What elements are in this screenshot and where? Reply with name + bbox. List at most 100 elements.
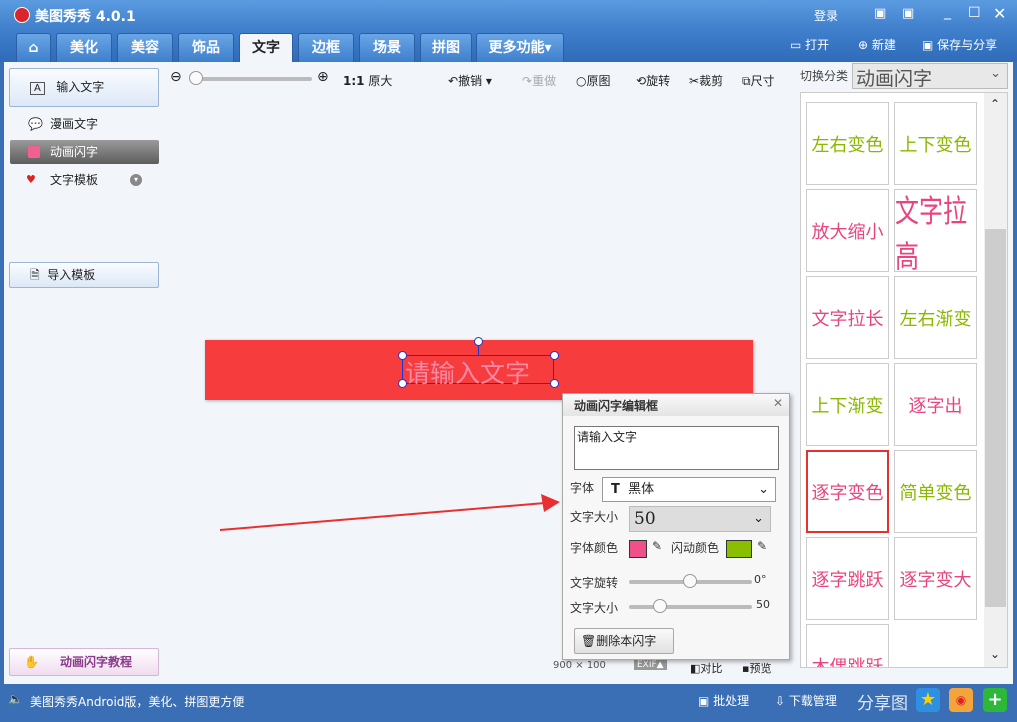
tutorial-button[interactable]: ✋ 动画闪字教程 [9, 648, 159, 676]
zoom-out-icon[interactable]: ⊖ [170, 69, 182, 85]
delete-label: 删除本闪字 [596, 634, 657, 648]
original-label: 原图 [586, 74, 611, 88]
tab-scene[interactable]: 场景 [359, 33, 415, 62]
tab-frame[interactable]: 边框 [298, 33, 354, 62]
tab-home[interactable]: ⌂ [16, 33, 51, 62]
flash-color-swatch[interactable] [726, 540, 752, 558]
open-label: 打开 [805, 38, 830, 52]
effect-label: 上下变色 [899, 134, 972, 156]
save-share-button[interactable]: ▣ 保存与分享 [922, 36, 997, 53]
rotate-slider-knob[interactable] [683, 574, 697, 588]
tab-beautify[interactable]: 美化 [56, 33, 112, 62]
new-button[interactable]: ⊕ 新建 [858, 36, 896, 53]
font-value: 黑体 [628, 482, 655, 497]
text-input[interactable]: 请输入文字 [574, 426, 779, 470]
dialog-close-icon[interactable]: ✕ [773, 396, 783, 410]
scrollbar[interactable]: ⌃ ⌄ [984, 93, 1007, 667]
exif-button[interactable]: EXIF▲ [634, 660, 667, 670]
more-share-icon[interactable]: + [983, 688, 1007, 712]
font-color-swatch[interactable] [629, 540, 647, 558]
tab-beauty[interactable]: 美容 [117, 33, 173, 62]
effect-item[interactable]: 左右变色 [806, 102, 889, 185]
import-template-button[interactable]: 🗎 导入模板 [9, 262, 159, 288]
category-select[interactable]: 动画闪字 ⌄ [852, 63, 1008, 90]
size-slider[interactable] [629, 605, 752, 609]
maximize-button[interactable]: ☐ [968, 5, 981, 21]
actual-size-button[interactable]: 1:1 原大 [343, 72, 392, 89]
close-button[interactable]: ✕ [993, 4, 1006, 23]
chevron-down-icon: ⌄ [753, 511, 764, 526]
effect-item[interactable]: 文字拉长 [806, 276, 889, 359]
sidebar-item-text-template[interactable]: ♥ 文字模板 ▾ [10, 168, 159, 192]
effect-item[interactable]: 逐字变色 [806, 450, 889, 533]
undo-button[interactable]: ↶撤销 ▾ [448, 72, 492, 89]
preview-button[interactable]: ▪预览 [742, 660, 771, 676]
rotate-button[interactable]: ⟲旋转 [636, 72, 670, 89]
rotate-handle[interactable] [474, 337, 483, 346]
effect-item[interactable]: 木偶跳跃 [806, 624, 889, 667]
skin-icon[interactable]: ▣ [902, 6, 914, 21]
flash-icon [28, 146, 40, 158]
feedback-icon[interactable]: ▣ [874, 6, 886, 21]
compare-button[interactable]: ◧对比 [690, 660, 722, 676]
effect-item[interactable]: 逐字跳跃 [806, 537, 889, 620]
batch-button[interactable]: ▣ 批处理 [698, 692, 749, 709]
login-link[interactable]: 登录 [814, 7, 838, 24]
zoom-slider[interactable] [192, 77, 312, 81]
tab-more-label: 更多功能 [488, 40, 545, 56]
title-bar: 美图秀秀 4.0.1 登录 ▣ ▣ _ ☐ ✕ [0, 0, 1017, 30]
sidebar-item-comic-text[interactable]: 💬 漫画文字 [10, 112, 159, 136]
delete-flash-button[interactable]: 🗑删除本闪字 [574, 628, 674, 654]
rotate-label: 旋转 [646, 74, 671, 88]
input-text-button[interactable]: A 输入文字 [9, 68, 159, 107]
input-text-label: 输入文字 [56, 80, 105, 94]
size-select[interactable]: 50 ⌄ [629, 506, 771, 532]
effect-item[interactable]: 上下渐变 [806, 363, 889, 446]
scroll-up-icon[interactable]: ⌃ [990, 97, 1000, 111]
text-a-icon: A [30, 82, 45, 95]
crop-button[interactable]: ✂裁剪 [689, 72, 723, 89]
effect-item[interactable]: 放大缩小 [806, 189, 889, 272]
zoom-in-icon[interactable]: ⊕ [317, 69, 329, 85]
expand-icon[interactable]: ▾ [130, 174, 142, 186]
flash-text-editor-dialog: 动画闪字编辑框 ✕ 请输入文字 字体 T 黑体 ⌄ 文字大小 50 ⌄ 字体颜色 ✎… [562, 393, 790, 660]
scroll-thumb[interactable] [985, 229, 1006, 607]
tab-collage[interactable]: 拼图 [420, 33, 472, 62]
sidebar-item-animated-text[interactable]: 动画闪字 [10, 140, 159, 164]
effect-item[interactable]: 逐字出 [894, 363, 977, 446]
tab-text[interactable]: 文字 [239, 33, 293, 62]
import-icon: 🗎 [30, 268, 40, 282]
redo-button[interactable]: ↷重做 [522, 72, 556, 89]
resize-button[interactable]: ⧉尺寸 [742, 72, 775, 89]
effect-item[interactable]: 左右渐变 [894, 276, 977, 359]
tab-accessories[interactable]: 饰品 [178, 33, 234, 62]
scroll-down-icon[interactable]: ⌄ [990, 647, 1000, 661]
open-button[interactable]: ▭ 打开 [790, 36, 829, 53]
weibo-icon[interactable]: ◉ [949, 688, 973, 712]
font-select[interactable]: T 黑体 ⌄ [602, 477, 776, 502]
effect-item[interactable]: 逐字变大 [894, 537, 977, 620]
import-label: 导入模板 [47, 268, 96, 282]
size-slider-knob[interactable] [653, 599, 667, 613]
zoom-slider-knob[interactable] [189, 71, 203, 85]
tab-more[interactable]: 更多功能▾ [476, 33, 564, 62]
eyedropper-icon[interactable]: ✎ [652, 539, 662, 553]
effect-item[interactable]: 上下变色 [894, 102, 977, 185]
main-tabs: ⌂ 美化 美容 饰品 文字 边框 场景 拼图 更多功能▾ ▭ 打开 ⊕ 新建 ▣… [0, 30, 1017, 62]
effect-item[interactable]: 文字拉高 [894, 189, 977, 275]
qzone-icon[interactable]: ★ [916, 688, 940, 712]
promo-link[interactable]: 美图秀秀Android版，美化、拼图更方便 [30, 693, 244, 710]
eyedropper-icon[interactable]: ✎ [757, 539, 767, 553]
rotate-label: 文字旋转 [570, 576, 619, 590]
font-type-icon: T [611, 482, 620, 497]
chevron-down-icon: ⌄ [758, 482, 769, 497]
template-label: 文字模板 [50, 173, 99, 187]
new-label: 新建 [871, 38, 896, 52]
effect-label: 逐字跳跃 [811, 569, 884, 591]
original-button[interactable]: ○原图 [576, 72, 611, 89]
download-button[interactable]: ⇩ 下载管理 [775, 692, 837, 709]
minimize-button[interactable]: _ [944, 4, 951, 20]
resize-handle-tr[interactable] [550, 351, 559, 360]
effect-item[interactable]: 简单变色 [894, 450, 977, 533]
resize-handle-br[interactable] [550, 379, 559, 388]
